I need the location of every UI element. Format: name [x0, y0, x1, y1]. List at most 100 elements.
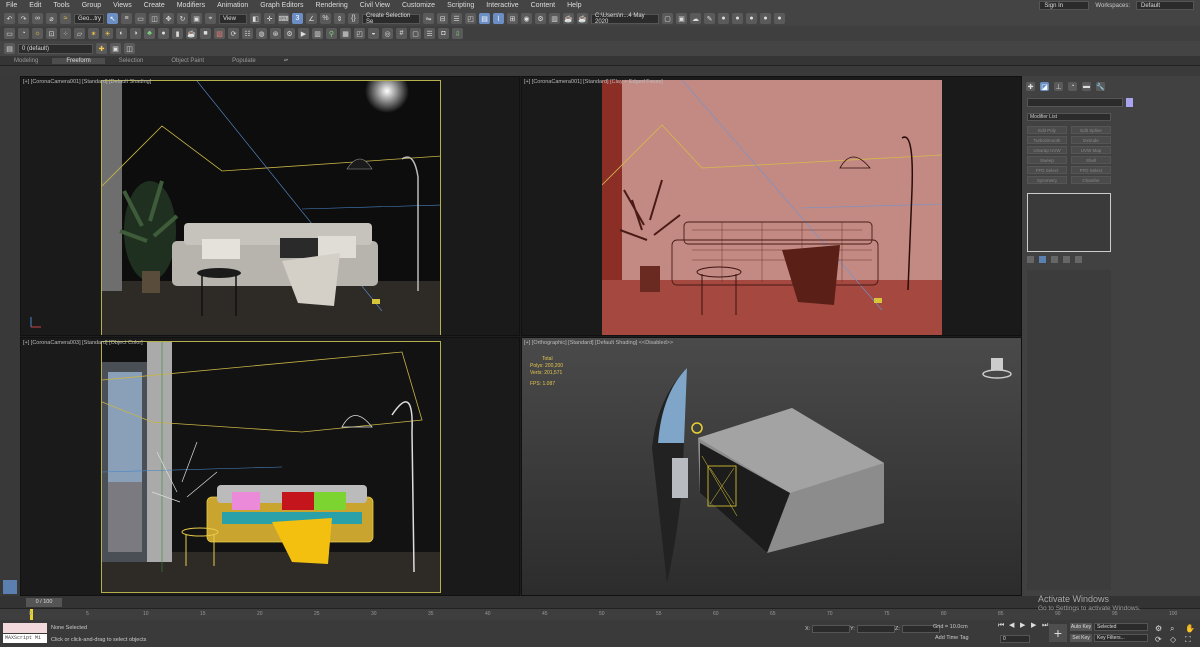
viewport-label[interactable]: [+] [CoronaCamera001] [Standard] [Defaul…	[23, 79, 151, 85]
set-key-button[interactable]: Set Key	[1070, 634, 1092, 642]
modifier-button[interactable]: Chamfer	[1071, 176, 1111, 184]
modifier-button[interactable]: TurboSmooth	[1027, 136, 1067, 144]
tab-modeling[interactable]: Modeling	[0, 58, 52, 64]
menu-modifiers[interactable]: Modifiers	[171, 2, 211, 9]
material-editor-icon[interactable]: ◉	[521, 13, 532, 24]
modify-tab-icon[interactable]: ◪	[1040, 82, 1049, 91]
goto-start-icon[interactable]: ⏮	[998, 622, 1006, 630]
named-selection-dropdown[interactable]: Create Selection Se	[362, 13, 420, 25]
menu-scripting[interactable]: Scripting	[441, 2, 480, 9]
toggle-ribbon-icon[interactable]: ▤	[479, 13, 490, 24]
select-layer-icon[interactable]: ▣	[110, 43, 121, 54]
reference-coord-dropdown[interactable]: View	[219, 13, 247, 24]
corona-scatter-icon[interactable]: ⁘	[60, 28, 71, 39]
modifier-button[interactable]: FFD Select	[1071, 166, 1111, 174]
zoom-icon[interactable]: ⌕	[1170, 624, 1174, 634]
y-field[interactable]	[856, 625, 895, 633]
redo-icon[interactable]: ↷	[18, 13, 29, 24]
material-icon-1[interactable]: ◐	[116, 28, 127, 39]
set-project-icon[interactable]: ▣	[676, 13, 687, 24]
time-slider[interactable]: 0 / 100	[0, 596, 1200, 608]
corona-light-icon[interactable]: ◔	[18, 28, 29, 39]
menu-animation[interactable]: Animation	[211, 2, 254, 9]
menu-interactive[interactable]: Interactive	[480, 2, 524, 9]
track-bar[interactable]: 0 5 10 15 20 25 30 35 40 45 50 55 60 65 70 75 80 85 90 95 10…	[0, 608, 1200, 620]
modifier-button[interactable]: Symmetry	[1027, 176, 1067, 184]
toggle-scene-explorer-icon[interactable]: ☰	[451, 13, 462, 24]
undo-icon[interactable]: ↶	[4, 13, 15, 24]
scene-converter-icon[interactable]: ⟳	[228, 28, 239, 39]
modifier-button[interactable]: Extrude	[1071, 136, 1111, 144]
percent-snap-icon[interactable]: %	[320, 13, 331, 24]
maxscript-listener[interactable]	[3, 623, 47, 633]
link-icon[interactable]: ∞	[32, 13, 43, 24]
corona-icon-1[interactable]: ●	[718, 13, 729, 24]
light-bulb-icon[interactable]: ✶	[88, 28, 99, 39]
modifier-button[interactable]: Shell	[1071, 156, 1111, 164]
modifier-button[interactable]: UVW Map	[1071, 146, 1111, 154]
utilities-tab-icon[interactable]: 🔧	[1096, 82, 1105, 91]
snaps-toggle-icon[interactable]: 3	[292, 13, 303, 24]
menu-rendering[interactable]: Rendering	[309, 2, 353, 9]
spinner-snap-icon[interactable]: ⇕	[334, 13, 345, 24]
rect-region-icon[interactable]: ▭	[135, 13, 146, 24]
mirror-icon[interactable]: ⇋	[423, 13, 434, 24]
modifier-button[interactable]: Sweep	[1027, 156, 1067, 164]
menu-customize[interactable]: Customize	[396, 2, 441, 9]
play-icon[interactable]: ▶	[1020, 622, 1028, 630]
cylinder-icon[interactable]: ▮	[172, 28, 183, 39]
menu-edit[interactable]: Edit	[23, 2, 47, 9]
prev-frame-icon[interactable]: ◀	[1009, 622, 1017, 630]
sun-icon[interactable]: ☀	[102, 28, 113, 39]
viewport-orthographic[interactable]: [+] [Orthographic] [Standard] [Default S…	[521, 337, 1022, 596]
corona-icon-3[interactable]: ●	[746, 13, 757, 24]
make-unique-icon[interactable]	[1051, 256, 1058, 263]
corona-icon-2[interactable]: ●	[732, 13, 743, 24]
viewport-camera001-clay[interactable]: [+] [CoronaCamera001] [Standard] [Clay +…	[521, 76, 1022, 336]
modifier-button[interactable]: Unwrap UVW	[1027, 146, 1067, 154]
rotate-icon[interactable]: ↻	[177, 13, 188, 24]
lister-icon[interactable]: ☷	[242, 28, 253, 39]
xref-icon[interactable]: ✎	[704, 13, 715, 24]
object-name-field[interactable]	[1027, 98, 1123, 107]
corona-icon-5[interactable]: ●	[774, 13, 785, 24]
scale-icon[interactable]: ▣	[191, 13, 202, 24]
modifier-list-dropdown[interactable]: Modifier List	[1027, 113, 1111, 121]
render-iterative-icon[interactable]: ☕	[577, 13, 588, 24]
select-object-icon[interactable]: ↖	[107, 13, 118, 24]
pin-icon[interactable]: ⚲	[326, 28, 337, 39]
corona-icon-4[interactable]: ●	[760, 13, 771, 24]
frame-icon[interactable]: ▢	[410, 28, 421, 39]
preferences-icon[interactable]: ⚙	[284, 28, 295, 39]
vfb-icon[interactable]: ▥	[312, 28, 323, 39]
viewport-label[interactable]: [+] [Orthographic] [Standard] [Default S…	[524, 340, 673, 346]
render-setup-icon[interactable]: ⚙	[535, 13, 546, 24]
camera-icon[interactable]: ◰	[354, 28, 365, 39]
maximize-viewport-icon[interactable]: ⛶	[1185, 635, 1191, 645]
configure-sets-icon[interactable]	[1075, 256, 1082, 263]
select-by-name-icon[interactable]: ≡	[121, 13, 132, 24]
viewport-camera001-shaded[interactable]: [+] [CoronaCamera001] [Standard] [Defaul…	[20, 76, 520, 336]
menu-file[interactable]: File	[0, 2, 23, 9]
grid-icon[interactable]: #	[396, 28, 407, 39]
tab-object-paint[interactable]: Object Paint	[157, 58, 218, 64]
unlink-icon[interactable]: ⌀	[46, 13, 57, 24]
image-icon[interactable]: ▦	[340, 28, 351, 39]
hierarchy-tab-icon[interactable]: ⊥	[1054, 82, 1063, 91]
menu-tools[interactable]: Tools	[47, 2, 75, 9]
time-slider-frame[interactable]: 0 / 100	[26, 597, 62, 607]
create-tab-icon[interactable]: ✚	[1026, 82, 1035, 91]
add-to-layer-icon[interactable]: ✚	[96, 43, 107, 54]
auto-key-button[interactable]: Auto Key	[1070, 623, 1092, 631]
x-field[interactable]	[812, 625, 851, 633]
toggle-layer-explorer-icon[interactable]: ◰	[465, 13, 476, 24]
sphere-icon[interactable]: ●	[158, 28, 169, 39]
add-time-tag[interactable]: Add Time Tag	[935, 635, 969, 641]
keyboard-shortcut-icon[interactable]: ⌨	[278, 13, 289, 24]
render-production-icon[interactable]: ☕	[563, 13, 574, 24]
tab-selection[interactable]: Selection	[105, 58, 158, 64]
schematic-view-icon[interactable]: ⊞	[507, 13, 518, 24]
corona-camera-icon[interactable]: ▭	[4, 28, 15, 39]
angle-snap-icon[interactable]: ∠	[306, 13, 317, 24]
target-icon[interactable]: ◎	[382, 28, 393, 39]
